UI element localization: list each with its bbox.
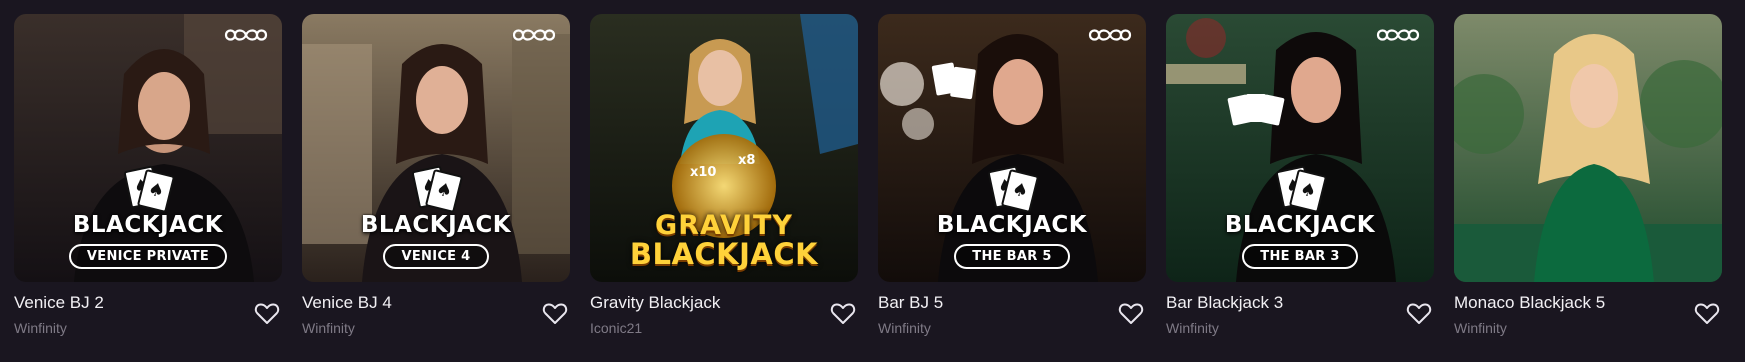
playing-cards-icon: ♠♠ (1275, 164, 1328, 214)
dealer-image (1454, 14, 1722, 282)
game-provider: Winfinity (878, 320, 931, 336)
heart-outline-icon[interactable] (1118, 302, 1144, 326)
game-provider: Winfinity (1454, 320, 1507, 336)
game-meta: Monaco Blackjack 5 Winfinity (1454, 282, 1722, 342)
game-grid: ♠♠ BLACKJACK VENICE PRIVATE Venice BJ 2 … (14, 14, 1722, 342)
heart-outline-icon[interactable] (830, 302, 856, 326)
playing-cards-icon: ♠♠ (987, 164, 1040, 214)
game-title[interactable]: Venice BJ 4 (302, 293, 392, 313)
game-provider: Winfinity (1166, 320, 1219, 336)
game-title[interactable]: Gravity Blackjack (590, 293, 720, 313)
game-meta: Bar Blackjack 3 Winfinity (1166, 282, 1434, 342)
game-meta: Gravity Blackjack Iconic21 (590, 282, 858, 342)
game-meta: Venice BJ 2 Winfinity (14, 282, 282, 342)
game-logo: ♠♠ BLACKJACK THE BAR 5 (878, 164, 1146, 269)
infinity-icon (1088, 29, 1132, 41)
logo-text: BLACKJACK (1224, 212, 1376, 238)
heart-outline-icon[interactable] (1694, 302, 1720, 326)
table-name-pill: THE BAR 5 (954, 244, 1070, 269)
game-thumbnail[interactable] (1454, 14, 1722, 282)
game-card[interactable]: ♠♠ BLACKJACK THE BAR 3 Bar Blackjack 3 W… (1166, 14, 1434, 342)
game-meta: Bar BJ 5 Winfinity (878, 282, 1146, 342)
multiplier-label: x10 (690, 165, 716, 180)
game-provider: Iconic21 (590, 320, 643, 336)
game-card[interactable]: ♠♠ BLACKJACK VENICE PRIVATE Venice BJ 2 … (14, 14, 282, 342)
game-logo: ♠♠ BLACKJACK THE BAR 3 (1166, 164, 1434, 269)
game-logo: GRAVITY BLACKJACK (590, 210, 858, 271)
game-card[interactable]: x10 x8 GRAVITY BLACKJACK Gravity Blackja… (590, 14, 858, 342)
infinity-icon (1376, 29, 1420, 41)
heart-outline-icon[interactable] (254, 302, 280, 326)
infinity-icon (512, 29, 556, 41)
game-meta: Venice BJ 4 Winfinity (302, 282, 570, 342)
playing-cards-icon: ♠♠ (411, 164, 464, 214)
logo-text: BLACKJACK (360, 212, 512, 238)
game-thumbnail[interactable]: x10 x8 GRAVITY BLACKJACK (590, 14, 858, 282)
game-title[interactable]: Bar Blackjack 3 (1166, 293, 1283, 313)
heart-outline-icon[interactable] (542, 302, 568, 326)
heart-outline-icon[interactable] (1406, 302, 1432, 326)
game-title[interactable]: Venice BJ 2 (14, 293, 104, 313)
infinity-icon (224, 29, 268, 41)
logo-text: BLACKJACK (72, 212, 224, 238)
table-name-pill: THE BAR 3 (1242, 244, 1358, 269)
table-name-pill: VENICE 4 (383, 244, 489, 269)
game-thumbnail[interactable]: ♠♠ BLACKJACK THE BAR 5 (878, 14, 1146, 282)
logo-line-2: BLACKJACK (629, 237, 819, 271)
game-card[interactable]: Monaco Blackjack 5 Winfinity (1454, 14, 1722, 342)
game-provider: Winfinity (14, 320, 67, 336)
game-title[interactable]: Monaco Blackjack 5 (1454, 293, 1605, 313)
game-provider: Winfinity (302, 320, 355, 336)
game-logo: ♠♠ BLACKJACK VENICE PRIVATE (14, 164, 282, 269)
game-card[interactable]: ♠♠ BLACKJACK VENICE 4 Venice BJ 4 Winfin… (302, 14, 570, 342)
game-title[interactable]: Bar BJ 5 (878, 293, 943, 313)
table-name-pill: VENICE PRIVATE (68, 244, 228, 269)
game-thumbnail[interactable]: ♠♠ BLACKJACK VENICE PRIVATE (14, 14, 282, 282)
game-thumbnail[interactable]: ♠♠ BLACKJACK THE BAR 3 (1166, 14, 1434, 282)
multiplier-label: x8 (738, 153, 755, 168)
playing-cards-icon: ♠♠ (123, 164, 176, 214)
logo-text: BLACKJACK (936, 212, 1088, 238)
game-card[interactable]: ♠♠ BLACKJACK THE BAR 5 Bar BJ 5 Winfinit… (878, 14, 1146, 342)
game-logo: ♠♠ BLACKJACK VENICE 4 (302, 164, 570, 269)
game-thumbnail[interactable]: ♠♠ BLACKJACK VENICE 4 (302, 14, 570, 282)
